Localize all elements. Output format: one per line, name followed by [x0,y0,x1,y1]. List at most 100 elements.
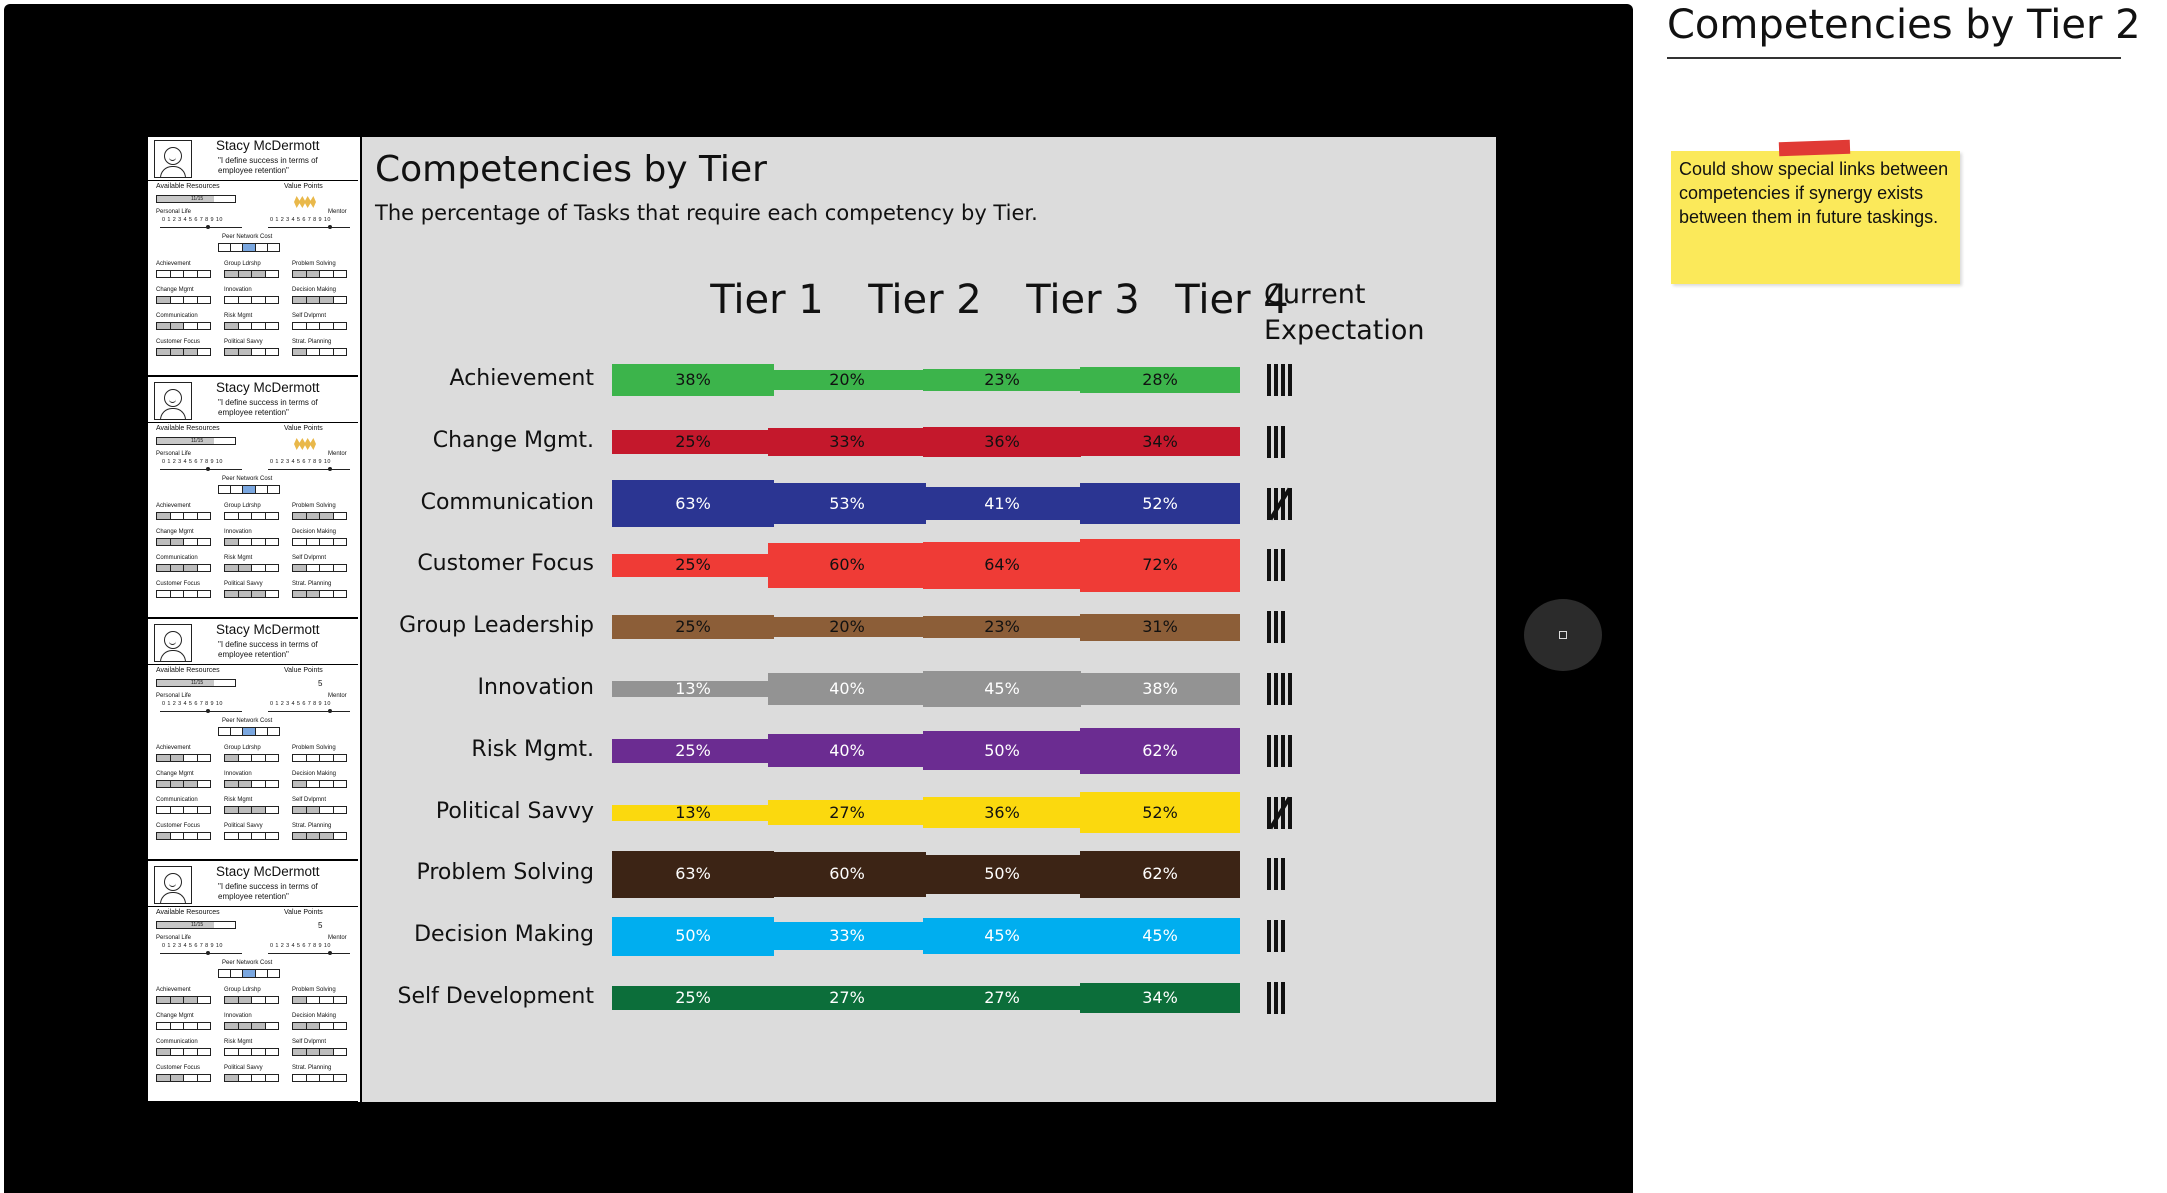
skill-rating[interactable] [224,806,279,814]
tally-mark [1281,425,1285,458]
skill-rating[interactable] [292,322,347,330]
skill-rating[interactable] [292,296,347,304]
resources-bar: 11/15 [156,437,236,445]
personal-life-slider[interactable] [160,469,242,470]
personal-life-slider[interactable] [160,953,242,954]
mentor-slider[interactable] [268,711,350,712]
skill-rating[interactable] [156,1022,211,1030]
skill-rating[interactable] [156,754,211,762]
peer-network-picker[interactable] [218,485,280,494]
skill-rating[interactable] [224,348,279,356]
bar-segment: 25% [612,986,774,1010]
bar-segment: 62% [1080,727,1240,775]
resources-bar: 11/15 [156,195,236,203]
skill-label: Decision Making [292,771,337,777]
skill-rating[interactable] [224,1048,279,1056]
skill-rating[interactable] [156,296,211,304]
skill-rating[interactable] [292,270,347,278]
skill-rating[interactable] [224,1074,279,1082]
skill-label: Decision Making [292,529,337,535]
personal-life-slider[interactable] [160,711,242,712]
skill-rating[interactable] [156,780,211,788]
slider-knob[interactable] [328,951,332,955]
skill-rating[interactable] [292,348,347,356]
skill-rating[interactable] [292,1048,347,1056]
sticky-note[interactable]: Could show special links between compete… [1671,139,1960,284]
skill-rating[interactable] [224,270,279,278]
slider-knob[interactable] [206,467,210,471]
skill-rating[interactable] [156,348,211,356]
bar-segment: 64% [923,541,1081,590]
skill-rating[interactable] [156,996,211,1004]
skill-rating[interactable] [156,832,211,840]
skill-rating[interactable] [224,538,279,546]
profile-card[interactable]: Stacy McDermott "I define success in term… [148,137,358,377]
skill-rating[interactable] [224,832,279,840]
skill-rating[interactable] [224,1022,279,1030]
skill-rating[interactable] [224,590,279,598]
home-button[interactable] [1524,599,1602,671]
skill-rating[interactable] [224,322,279,330]
skill-rating[interactable] [292,1022,347,1030]
peer-network-picker[interactable] [218,969,280,978]
skill-rating[interactable] [224,780,279,788]
skill-rating[interactable] [156,538,211,546]
face-icon [164,873,182,891]
tally-mark [1274,982,1278,1014]
card-divider [148,664,358,665]
skill-rating[interactable] [224,296,279,304]
row-label: Achievement [449,366,594,391]
skill-rating[interactable] [156,1074,211,1082]
skill-rating[interactable] [292,780,347,788]
skill-rating[interactable] [156,322,211,330]
skill-label: Innovation [224,771,252,777]
avatar [154,866,192,904]
scale-right: 0 1 2 3 4 5 6 7 8 9 10 [270,701,331,707]
current-expectation-label: Current Expectation [1264,279,1425,346]
skill-rating[interactable] [156,564,211,572]
skill-rating[interactable] [292,832,347,840]
peer-network-picker[interactable] [218,727,280,736]
skill-rating[interactable] [156,590,211,598]
skill-rating[interactable] [156,806,211,814]
skill-rating[interactable] [292,590,347,598]
bar-segment: 34% [1080,427,1240,457]
skill-label: Group Ldrshp [224,261,261,267]
skill-label: Change Mgmt [156,287,194,293]
current-expectation-header: Current Expectation [1264,277,1434,349]
tally-mark [1267,734,1271,767]
skill-rating[interactable] [292,538,347,546]
slider-knob[interactable] [328,467,332,471]
skill-rating[interactable] [156,1048,211,1056]
profile-card[interactable]: Stacy McDermott "I define success in term… [148,863,358,1103]
bar-segment: 45% [923,671,1081,707]
mentor-slider[interactable] [268,469,350,470]
skill-rating[interactable] [156,270,211,278]
peer-network-picker[interactable] [218,243,280,252]
tally-mark [1281,611,1285,644]
slider-knob[interactable] [206,709,210,713]
bar-segment: 34% [1080,983,1240,1013]
slider-knob[interactable] [328,709,332,713]
bar-segment: 33% [768,427,926,457]
skill-rating[interactable] [224,512,279,520]
skill-rating[interactable] [156,512,211,520]
skill-rating[interactable] [292,1074,347,1082]
tally-mark [1281,858,1285,891]
mentor-slider[interactable] [268,227,350,228]
mentor-slider[interactable] [268,953,350,954]
slider-knob[interactable] [206,225,210,229]
bar-segment: 23% [923,616,1081,639]
slider-knob[interactable] [328,225,332,229]
slider-knob[interactable] [206,951,210,955]
skill-label: Political Savvy [224,823,263,829]
skill-rating[interactable] [224,996,279,1004]
tally-mark [1267,673,1271,705]
personal-life-slider[interactable] [160,227,242,228]
skill-rating[interactable] [224,754,279,762]
skill-rating[interactable] [224,564,279,572]
skill-label: Achievement [156,261,191,267]
skill-label: Risk Mgmt [224,555,253,561]
personal-life-label: Personal Life [156,935,192,941]
skill-label: Change Mgmt [156,529,194,535]
